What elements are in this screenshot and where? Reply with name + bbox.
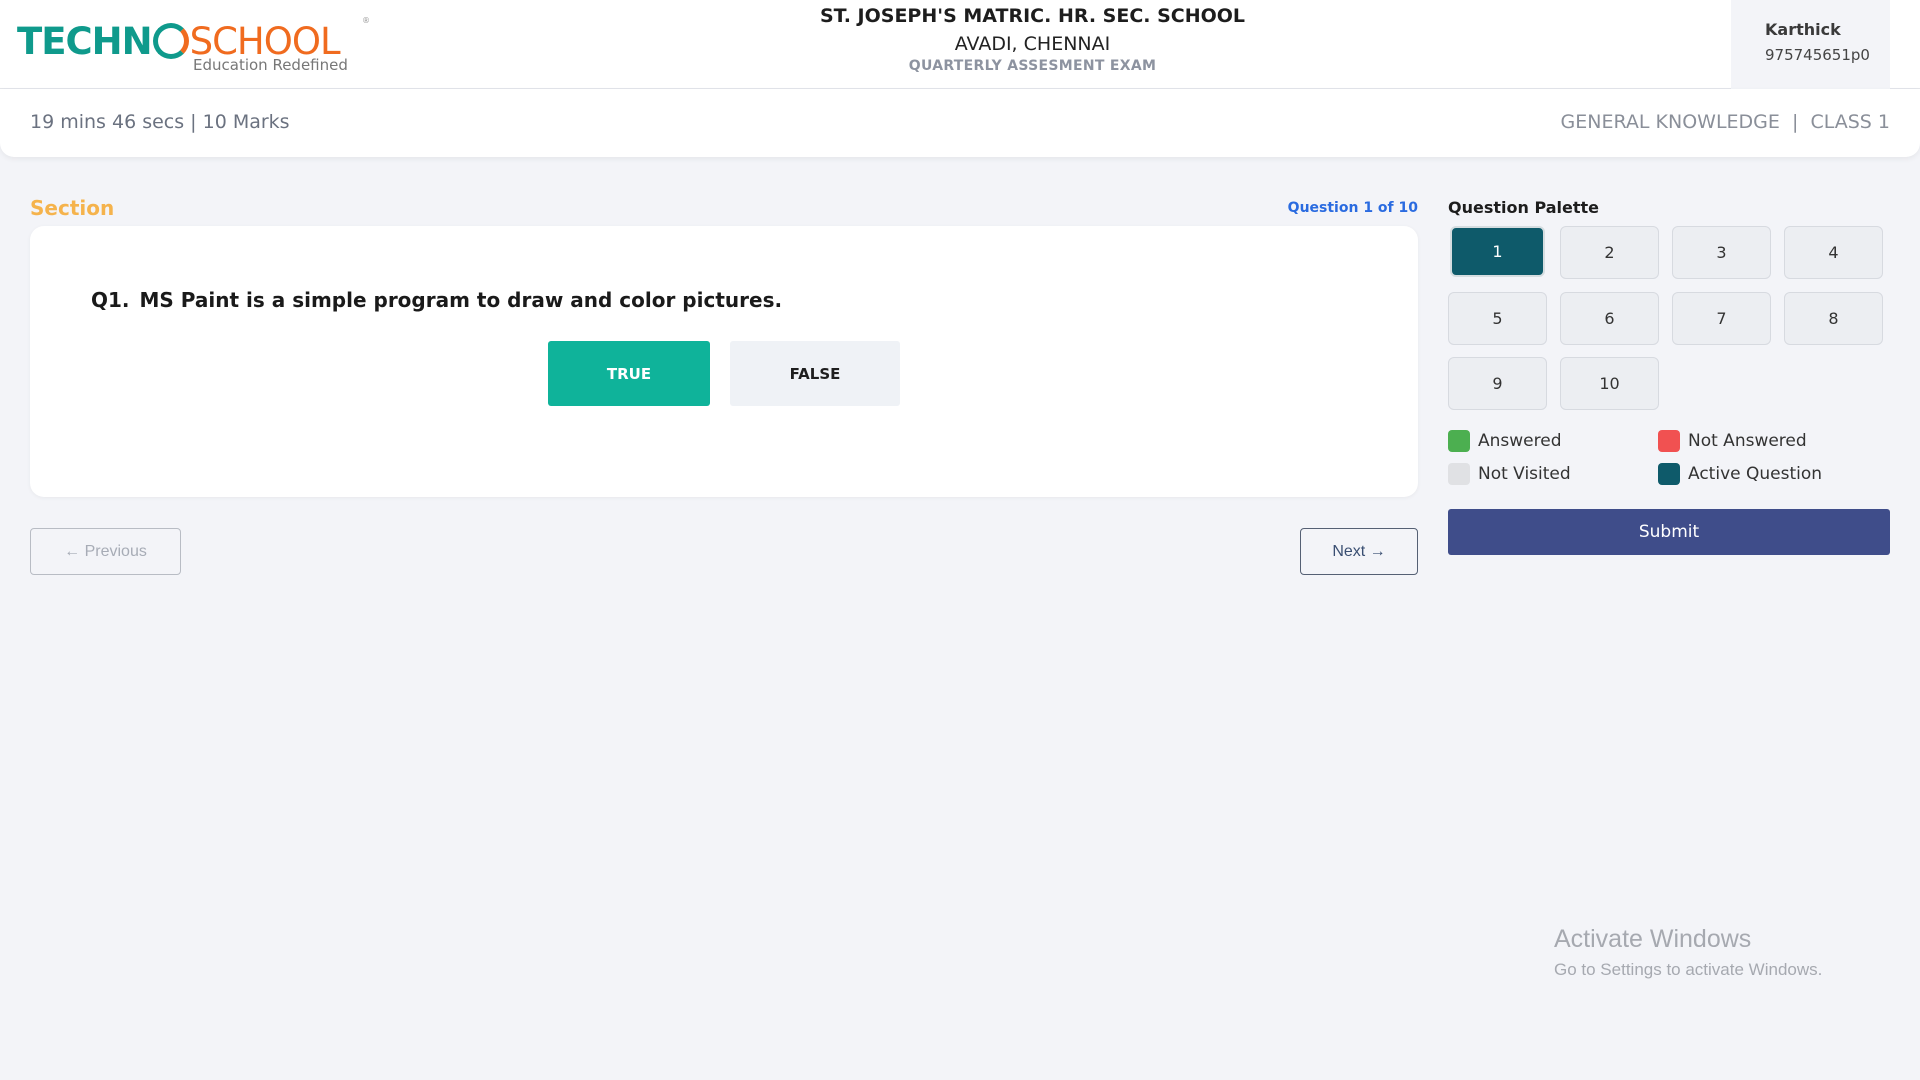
legend-answered: Answered [1448, 430, 1562, 452]
option-false-button[interactable]: FALSE [730, 341, 900, 406]
technoschool-logo: TECHN SCHOOL Education Redefined ® [17, 14, 370, 76]
registered-mark: ® [362, 16, 370, 25]
next-button[interactable]: Next → [1300, 528, 1418, 575]
section-title: Section [30, 196, 115, 220]
logo-o-icon [152, 23, 189, 59]
palette-question-8[interactable]: 8 [1784, 292, 1883, 345]
legend-active-question: Active Question [1658, 463, 1822, 485]
legend-not-answered-swatch [1658, 430, 1680, 452]
exam-name: QUARTERLY ASSESMENT EXAM [908, 58, 1157, 74]
legend-active-question-label: Active Question [1688, 464, 1823, 484]
question-counter: Question 1 of 10 [1287, 200, 1418, 216]
question-card: Q1. MS Paint is a simple program to draw … [30, 226, 1418, 497]
legend-answered-swatch [1448, 430, 1470, 452]
palette-question-9[interactable]: 9 [1448, 357, 1547, 410]
question-number: Q1. [91, 288, 130, 312]
palette-question-6[interactable]: 6 [1560, 292, 1659, 345]
question-text: Q1. MS Paint is a simple program to draw … [91, 288, 782, 312]
palette-question-5[interactable]: 5 [1448, 292, 1547, 345]
option-true-button[interactable]: TRUE [548, 341, 710, 406]
legend-answered-label: Answered [1478, 431, 1562, 451]
palette-question-2[interactable]: 2 [1560, 226, 1659, 279]
user-name: Karthick [1765, 20, 1841, 39]
legend-not-visited-swatch [1448, 463, 1470, 485]
previous-button[interactable]: ← Previous [30, 528, 181, 575]
legend-not-visited-label: Not Visited [1478, 464, 1571, 484]
timer-marks: 19 mins 46 secs | 10 Marks [30, 111, 290, 133]
question-body: MS Paint is a simple program to draw and… [139, 288, 783, 312]
school-location: AVADI, CHENNAI [954, 33, 1111, 55]
logo-tagline: Education Redefined [193, 56, 348, 74]
user-info: Karthick 975745651p0 [1731, 0, 1890, 89]
logo-text-left: TECHN [17, 20, 153, 63]
palette-question-10[interactable]: 10 [1560, 357, 1659, 410]
activate-windows-subtitle: Go to Settings to activate Windows. [1554, 960, 1823, 979]
activate-windows-title: Activate Windows [1554, 925, 1752, 953]
school-name: ST. JOSEPH'S MATRIC. HR. SEC. SCHOOL [819, 5, 1246, 27]
palette-question-1[interactable]: 1 [1450, 226, 1545, 277]
submit-button[interactable]: Submit [1448, 509, 1890, 555]
palette-question-3[interactable]: 3 [1672, 226, 1771, 279]
exam-info-bar: 19 mins 46 secs | 10 Marks GENERAL KNOWL… [0, 89, 1920, 157]
user-id: 975745651p0 [1765, 46, 1870, 64]
legend-active-question-swatch [1658, 463, 1680, 485]
palette-question-7[interactable]: 7 [1672, 292, 1771, 345]
subject-class: GENERAL KNOWLEDGE | CLASS 1 [1560, 111, 1890, 133]
legend-not-answered-label: Not Answered [1688, 431, 1807, 451]
palette-question-4[interactable]: 4 [1784, 226, 1883, 279]
top-header: TECHN SCHOOL Education Redefined ® ST. JO… [0, 0, 1920, 89]
palette-title: Question Palette [1448, 198, 1600, 217]
legend-not-visited: Not Visited [1448, 463, 1571, 485]
school-info: ST. JOSEPH'S MATRIC. HR. SEC. SCHOOL AVA… [720, 0, 1345, 74]
legend-not-answered: Not Answered [1658, 430, 1807, 452]
